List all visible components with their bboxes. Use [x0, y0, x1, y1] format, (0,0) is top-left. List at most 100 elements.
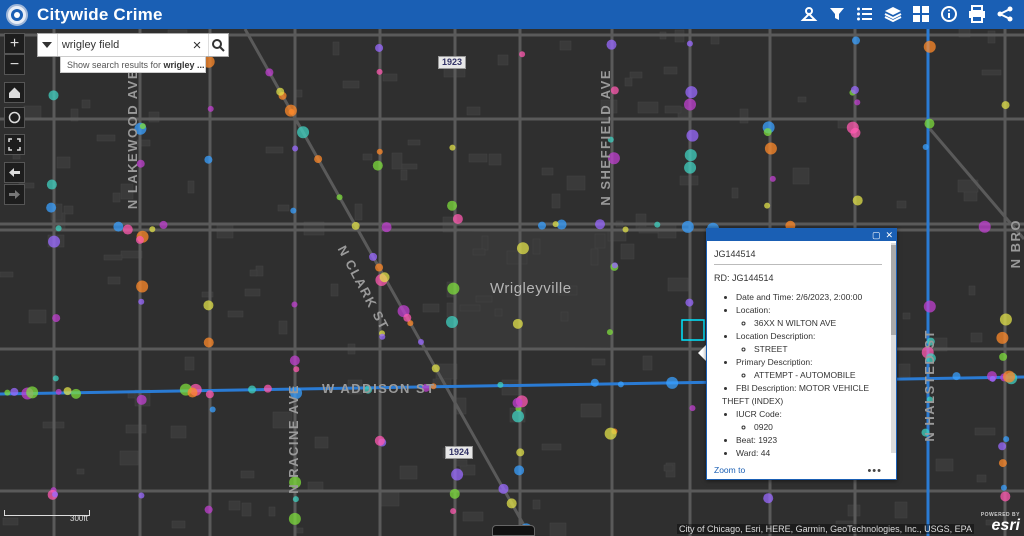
fullscreen-icon[interactable] [4, 134, 25, 155]
crime-incident-point [417, 339, 424, 346]
crime-incident-point [136, 394, 147, 405]
building-footprint [103, 254, 123, 261]
search-button[interactable] [208, 34, 228, 56]
crime-incident-point [1003, 370, 1016, 383]
attr-location-desc: Location Description: STREET [736, 330, 888, 356]
crime-incident-point [204, 155, 213, 164]
building-footprint [56, 156, 71, 169]
basemap-gallery-icon[interactable] [910, 3, 932, 25]
crime-incident-point [606, 39, 617, 50]
crime-incident-point [684, 98, 697, 111]
crime-incident-point [52, 375, 59, 382]
crime-incident-point [617, 381, 624, 388]
filter-icon[interactable] [826, 3, 848, 25]
crime-incident-point [48, 235, 61, 248]
crime-incident-point [55, 225, 62, 232]
search-input[interactable] [61, 35, 190, 55]
building-footprint [591, 358, 606, 366]
building-footprint [125, 424, 147, 434]
building-footprint [902, 312, 911, 320]
building-footprint [731, 187, 739, 199]
crime-incident-point [187, 387, 198, 398]
crime-incident-point [379, 272, 390, 283]
maximize-icon[interactable]: ▢ [872, 230, 881, 240]
search-source-dropdown[interactable] [38, 34, 58, 56]
building-footprint [63, 205, 74, 215]
crime-incident-point [924, 118, 935, 129]
building-footprint [422, 303, 440, 313]
measure-tool-icon[interactable] [798, 3, 820, 25]
clear-search-icon[interactable]: × [190, 37, 204, 54]
next-extent-icon[interactable] [4, 184, 25, 205]
about-info-icon[interactable] [938, 3, 960, 25]
locate-icon[interactable] [4, 107, 25, 128]
building-footprint [330, 283, 339, 297]
app-title: Citywide Crime [37, 4, 163, 24]
crime-incident-point [606, 329, 613, 336]
home-icon[interactable] [4, 82, 25, 103]
crime-incident-point [684, 149, 697, 162]
crime-incident-point [998, 442, 1007, 451]
crime-incident-point [611, 262, 618, 269]
crime-incident-point [764, 142, 777, 155]
building-footprint [459, 304, 481, 312]
building-footprint [481, 235, 489, 251]
layers-icon[interactable] [882, 3, 904, 25]
crime-incident-point [375, 263, 384, 272]
crime-incident-point [666, 376, 679, 389]
crime-incident-point [851, 36, 860, 45]
building-footprint [976, 474, 987, 483]
neighborhood-label: Wrigleyville [490, 280, 572, 297]
building-footprint [566, 175, 586, 191]
crime-incident-point [654, 221, 661, 228]
legend-list-icon[interactable] [854, 3, 876, 25]
building-footprint [594, 233, 606, 249]
popup-scrollbar[interactable] [891, 243, 896, 453]
more-options-icon[interactable]: ••• [867, 465, 882, 477]
crime-incident-point [276, 87, 285, 96]
crime-incident-point [769, 175, 776, 182]
beat-label-bottom: 1924 [445, 446, 474, 459]
share-icon[interactable] [994, 3, 1016, 25]
crime-incident-point [519, 51, 526, 58]
popup-scrollbar-thumb[interactable] [891, 245, 896, 335]
crime-incident-point [552, 221, 559, 228]
crime-incident-point [293, 366, 300, 373]
zoom-to-link[interactable]: Zoom to [714, 465, 745, 475]
popup-title: JG144514 [714, 249, 882, 265]
crime-incident-point [590, 378, 599, 387]
zoom-out-button[interactable]: − [4, 54, 25, 75]
map-attribution: City of Chicago, Esri, HERE, Garmin, Geo… [677, 524, 974, 534]
crime-incident-point [375, 43, 384, 52]
crime-incident-point [55, 388, 62, 395]
crime-incident-point [996, 331, 1009, 344]
attr-location-value: 36XX N WILTON AVE [754, 317, 888, 330]
crime-incident-point [48, 90, 59, 101]
building-footprint [620, 243, 635, 260]
zoom-in-button[interactable]: + [4, 33, 25, 54]
building-footprint [2, 517, 19, 526]
bottom-panel-toggle[interactable] [492, 525, 535, 536]
building-footprint [81, 99, 91, 109]
previous-extent-icon[interactable] [4, 162, 25, 183]
building-footprint [278, 320, 288, 335]
building-footprint [580, 403, 602, 418]
building-footprint [96, 134, 116, 142]
crime-incident-point [447, 282, 460, 295]
building-footprint [987, 30, 996, 44]
crime-incident-point [514, 465, 525, 476]
building-footprint [497, 54, 509, 66]
street-label-broadway: N BRO [1008, 219, 1023, 269]
crime-incident-point [138, 492, 145, 499]
crime-incident-point [292, 496, 299, 503]
street-label-addison: W ADDISON ST [322, 381, 436, 396]
street-label-racine: N RACINE AVE [286, 384, 301, 494]
map-view[interactable]: Wrigleyville N LAKEWOOD AVE N SHEFFIELD … [0, 29, 1024, 536]
crime-incident-point [498, 483, 509, 494]
print-icon[interactable] [966, 3, 988, 25]
close-icon[interactable]: ✕ [885, 230, 893, 240]
search-suggestion[interactable]: Show search results for wrigley ... [60, 56, 206, 73]
crime-incident-point [447, 200, 458, 211]
building-footprint [382, 73, 398, 82]
crime-incident-point [379, 333, 386, 340]
